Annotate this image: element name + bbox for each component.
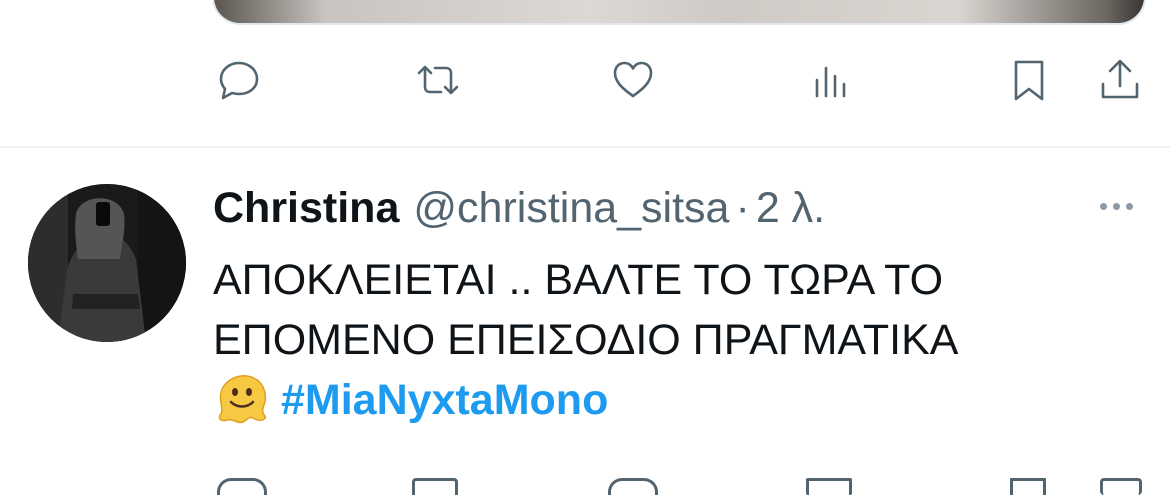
more-dot <box>1099 202 1107 210</box>
bookmark-button[interactable] <box>1001 52 1057 108</box>
more-dot <box>1112 202 1120 210</box>
avatar-photo <box>28 184 186 342</box>
tweet-text-line-3: #MiaNyxtaMono <box>213 370 1143 430</box>
share-icon <box>1101 59 1139 99</box>
display-name[interactable]: Christina <box>213 184 399 232</box>
tweet-time[interactable]: 2 λ. <box>756 184 825 232</box>
heart-icon <box>613 61 653 98</box>
tweet-text: ΑΠΟΚΛΕΙΕΤΑΙ .. ΒΑΛΤΕ ΤΟ ΤΩΡΑ ΤΟ ΕΠΟΜΕΝΟ … <box>213 250 1143 430</box>
retweet-icon <box>417 65 459 95</box>
share-button[interactable] <box>1092 52 1148 108</box>
tweet-divider <box>0 146 1170 148</box>
tweet-text-line-2: ΕΠΟΜΕΝΟ ΕΠΕΙΣΟΔΙΟ ΠΡΑΓΜΑΤΙΚΑ <box>213 316 959 364</box>
retweet-button[interactable] <box>410 52 466 108</box>
tweet-text-line-1: ΑΠΟΚΛΕΙΕΤΑΙ .. ΒΑΛΤΕ ΤΟ ΤΩΡΑ ΤΟ <box>213 256 944 304</box>
previous-tweet-action-bar <box>0 52 1170 110</box>
separator-dot: · <box>735 184 750 232</box>
tweet-header: Christina @christina_sitsa · 2 λ. <box>213 182 825 234</box>
reply-button[interactable] <box>211 52 267 108</box>
reply-icon <box>219 61 259 100</box>
like-button[interactable] <box>605 52 661 108</box>
melting-face-emoji-icon <box>218 375 267 424</box>
views-icon <box>815 66 846 98</box>
tweet-action-bar-partial <box>0 472 1170 495</box>
views-button[interactable] <box>803 52 859 108</box>
bookmark-icon <box>1014 60 1044 101</box>
more-options-button[interactable] <box>1092 186 1140 226</box>
hashtag-link[interactable]: #MiaNyxtaMono <box>281 376 608 424</box>
previous-tweet-media[interactable] <box>212 0 1146 25</box>
more-dot <box>1125 202 1133 210</box>
user-handle[interactable]: @christina_sitsa <box>413 184 729 232</box>
avatar[interactable] <box>28 184 186 342</box>
